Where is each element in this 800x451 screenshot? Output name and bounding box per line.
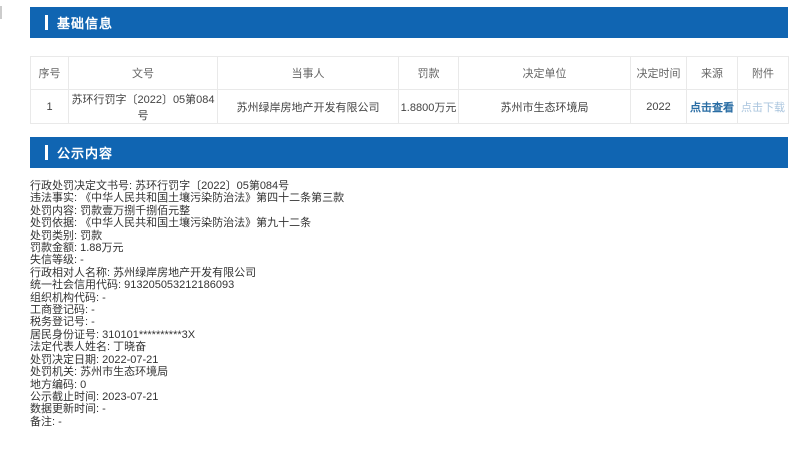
section-header-public-content: 公示内容	[30, 137, 788, 168]
source-view-link[interactable]: 点击查看	[690, 102, 734, 114]
content-line: 备注: -	[30, 416, 770, 428]
col-header-index: 序号	[31, 57, 69, 90]
left-edge-fragment	[0, 6, 2, 19]
content-line: 处罚内容: 罚款壹万捌千捌佰元整	[30, 205, 770, 217]
content-line: 行政处罚决定文书号: 苏环行罚字〔2022〕05第084号	[30, 180, 770, 192]
cell-source: 点击查看	[687, 90, 738, 124]
content-line: 组织机构代码: -	[30, 292, 770, 304]
attachment-download-link[interactable]: 点击下载	[741, 102, 785, 114]
table-header-row: 序号 文号 当事人 罚款 决定单位 决定时间 来源 附件	[31, 57, 789, 90]
content-line: 法定代表人姓名: 丁晓奋	[30, 341, 770, 353]
title-accent-bar	[45, 145, 48, 160]
col-header-decision-time: 决定时间	[631, 57, 687, 90]
cell-decision-time: 2022	[631, 90, 687, 124]
cell-decision-unit: 苏州市生态环境局	[459, 90, 631, 124]
content-line: 处罚类别: 罚款	[30, 230, 770, 242]
penalty-info-table: 序号 文号 当事人 罚款 决定单位 决定时间 来源 附件 1 苏环行罚字〔202…	[30, 56, 789, 124]
content-line: 处罚依据: 《中华人民共和国土壤污染防治法》第九十二条	[30, 217, 770, 229]
content-line: 处罚机关: 苏州市生态环境局	[30, 366, 770, 378]
content-line: 违法事实: 《中华人民共和国土壤污染防治法》第四十二条第三款	[30, 192, 770, 204]
col-header-doc-no: 文号	[69, 57, 218, 90]
col-header-fine: 罚款	[399, 57, 459, 90]
public-content-block: 行政处罚决定文书号: 苏环行罚字〔2022〕05第084号 违法事实: 《中华人…	[30, 180, 770, 428]
cell-doc-no: 苏环行罚字〔2022〕05第084号	[69, 90, 218, 124]
content-line: 居民身份证号: 310101**********3X	[30, 329, 770, 341]
section-title-public-content: 公示内容	[57, 143, 113, 162]
col-header-party: 当事人	[218, 57, 399, 90]
content-line: 失信等级: -	[30, 254, 770, 266]
section-title-basic-info: 基础信息	[57, 13, 113, 32]
content-line: 地方编码: 0	[30, 379, 770, 391]
cell-attachment: 点击下载	[738, 90, 789, 124]
cell-index: 1	[31, 90, 69, 124]
content-line: 公示截止时间: 2023-07-21	[30, 391, 770, 403]
content-line: 统一社会信用代码: 913205053212186093	[30, 279, 770, 291]
table-row: 1 苏环行罚字〔2022〕05第084号 苏州绿岸房地产开发有限公司 1.880…	[31, 90, 789, 124]
cell-fine: 1.8800万元	[399, 90, 459, 124]
col-header-attachment: 附件	[738, 57, 789, 90]
content-line: 罚款金额: 1.88万元	[30, 242, 770, 254]
content-line: 税务登记号: -	[30, 316, 770, 328]
section-header-basic-info: 基础信息	[30, 7, 788, 38]
content-line: 处罚决定日期: 2022-07-21	[30, 354, 770, 366]
cell-party: 苏州绿岸房地产开发有限公司	[218, 90, 399, 124]
content-line: 数据更新时间: -	[30, 403, 770, 415]
content-line: 工商登记码: -	[30, 304, 770, 316]
col-header-source: 来源	[687, 57, 738, 90]
title-accent-bar	[45, 15, 48, 30]
col-header-decision-unit: 决定单位	[459, 57, 631, 90]
content-line: 行政相对人名称: 苏州绿岸房地产开发有限公司	[30, 267, 770, 279]
